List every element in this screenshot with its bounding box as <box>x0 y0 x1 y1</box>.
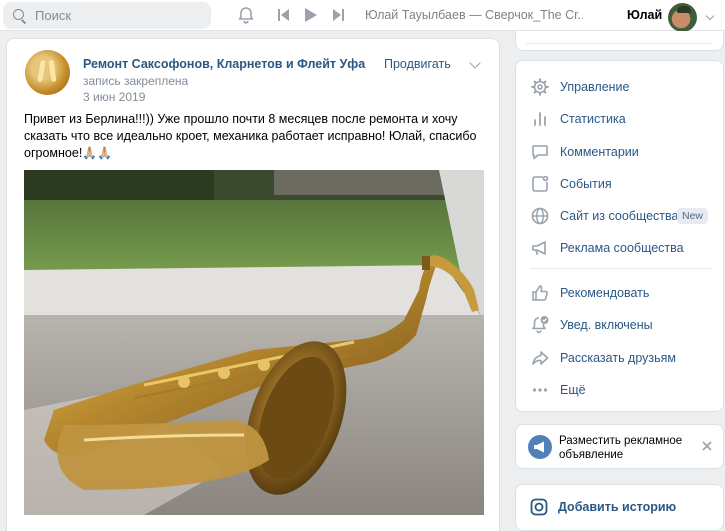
megaphone-icon <box>528 435 552 459</box>
menu-item-label: Управление <box>560 80 630 94</box>
menu-item-label: Комментарии <box>560 145 639 159</box>
pinned-post: Ремонт Саксофонов, Кларнетов и Флейт Уфа… <box>6 38 500 531</box>
menu-item-events[interactable]: События <box>516 169 725 199</box>
search-box[interactable] <box>3 2 211 29</box>
ad-suggestion-text: Разместить рекламное объявление <box>559 435 683 461</box>
gear-icon <box>531 78 549 96</box>
top-header: Юлай Тауылбаев — Сверчок_The Cr... Юлай <box>0 0 725 32</box>
close-icon[interactable] <box>701 440 713 452</box>
menu-item-recommend[interactable]: Рекомендовать <box>516 278 725 308</box>
menu-item-notifications[interactable]: Увед. включены <box>516 310 725 340</box>
menu-item-label: Статистика <box>560 112 626 126</box>
menu-item-site[interactable]: Сайт из сообщества New <box>516 201 725 231</box>
audio-player-controls <box>278 7 344 23</box>
notifications-bell-icon[interactable] <box>236 5 256 25</box>
comment-icon <box>532 145 548 160</box>
bell-check-icon <box>532 316 549 334</box>
megaphone-icon <box>532 241 546 256</box>
menu-item-label: Ещё <box>560 383 586 397</box>
share-icon <box>532 351 549 365</box>
group-avatar[interactable] <box>25 50 70 95</box>
user-name[interactable]: Юлай <box>627 8 662 22</box>
search-icon <box>13 8 27 23</box>
search-input[interactable] <box>35 8 195 23</box>
post-text: Привет из Берлина!!!)) Уже прошло почти … <box>24 111 494 162</box>
group-name-link[interactable]: Ремонт Саксофонов, Кларнетов и Флейт Уфа <box>83 57 365 71</box>
stats-icon <box>534 112 546 126</box>
previous-track-icon[interactable] <box>278 8 290 22</box>
menu-item-label: Реклама сообщества <box>560 241 684 255</box>
next-track-icon[interactable] <box>332 8 344 22</box>
menu-item-more[interactable]: Ещё <box>516 375 725 405</box>
thumb-up-icon <box>532 285 548 301</box>
post-photo-saxophone[interactable] <box>24 170 484 515</box>
globe-icon <box>531 207 549 225</box>
praying-hands-emoji: 🙏🏼🙏🏼 <box>82 146 113 160</box>
menu-item-label: Рассказать друзьям <box>560 351 677 365</box>
menu-item-label: События <box>560 177 612 191</box>
add-story-card[interactable]: Добавить историю <box>515 484 724 531</box>
play-icon[interactable] <box>304 7 318 23</box>
menu-item-label: Сайт из сообщества <box>560 209 679 223</box>
menu-top-card <box>515 31 724 51</box>
menu-item-manage[interactable]: Управление <box>516 72 725 102</box>
post-date[interactable]: 3 июн 2019 <box>83 90 145 104</box>
menu-item-share[interactable]: Рассказать друзьям <box>516 343 725 373</box>
menu-item-ads[interactable]: Реклама сообщества <box>516 233 725 263</box>
menu-divider <box>530 268 711 269</box>
ad-suggestion-card[interactable]: Разместить рекламное объявление <box>515 424 724 469</box>
event-icon <box>532 175 549 192</box>
community-menu: Управление Статистика Комментарии Событи… <box>515 60 724 412</box>
menu-item-label: Увед. включены <box>560 318 653 332</box>
pinned-label: запись закреплена <box>83 74 189 88</box>
new-badge: New <box>677 208 709 224</box>
post-menu-chevron-icon[interactable] <box>469 57 481 69</box>
menu-item-stats[interactable]: Статистика <box>516 104 725 134</box>
instagram-like-camera-icon <box>530 498 548 516</box>
now-playing-track[interactable]: Юлай Тауылбаев — Сверчок_The Cr... <box>365 8 583 22</box>
add-story-label: Добавить историю <box>558 500 677 514</box>
chevron-down-icon[interactable] <box>705 11 715 21</box>
menu-item-comments[interactable]: Комментарии <box>516 137 725 167</box>
promote-button[interactable]: Продвигать <box>384 57 451 71</box>
more-icon <box>532 388 548 392</box>
user-avatar[interactable] <box>668 3 697 32</box>
menu-item-label: Рекомендовать <box>560 286 650 300</box>
